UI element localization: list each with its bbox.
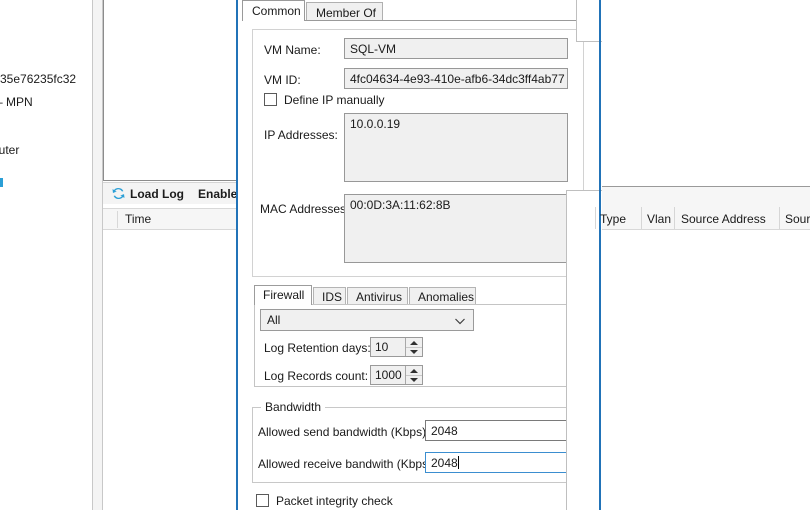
vm-id-input[interactable]: 4fc04634-4e93-410e-afb6-34dc3ff4ab77 — [344, 68, 568, 89]
send-bandwidth-label: Allowed send bandwidth (Kbps): — [258, 425, 430, 439]
vm-name-label: VM Name: — [264, 43, 321, 57]
log-records-label: Log Records count: — [264, 369, 369, 383]
left-fragment-text-3: outer — [0, 143, 20, 157]
object-list-panel[interactable] — [103, 0, 237, 181]
tab-antivirus[interactable]: Antivirus — [347, 287, 408, 305]
log-retention-value: 10 — [375, 340, 389, 354]
splitter-right[interactable] — [599, 0, 601, 510]
log-retention-spinner[interactable] — [405, 338, 422, 356]
column-separator[interactable] — [117, 211, 118, 228]
left-fragment-text-1: -35e76235fc32 — [0, 72, 77, 86]
vm-name-input[interactable]: SQL-VM — [344, 38, 568, 59]
spinner-up-icon[interactable] — [406, 338, 422, 347]
ip-addresses-label: IP Addresses: — [264, 128, 338, 142]
bandwidth-group-caption: Bandwidth — [261, 400, 326, 414]
packet-integrity-label: Packet integrity check — [276, 494, 393, 508]
packet-integrity-checkbox[interactable] — [256, 494, 269, 507]
log-records-value: 1000 — [375, 368, 402, 382]
column-header-vlan[interactable]: Vlan — [647, 212, 671, 226]
column-separator[interactable] — [779, 207, 780, 229]
log-grid-header-left: Time — [103, 208, 236, 230]
tab-anomalies[interactable]: Anomalies — [409, 287, 476, 305]
mac-addresses-label: MAC Addresses: — [260, 202, 350, 216]
tab-ids[interactable]: IDS — [313, 287, 346, 305]
load-log-button[interactable]: Load Log — [130, 187, 184, 201]
refresh-icon[interactable] — [111, 186, 126, 201]
tab-member-of[interactable]: Member Of — [306, 2, 383, 21]
log-retention-label: Log Retention days: — [264, 341, 371, 355]
logging-tabstrip: Firewall IDS Antivirus Anomalies — [254, 285, 580, 305]
tab-firewall[interactable]: Firewall — [254, 285, 312, 305]
column-header-source-address[interactable]: Source Address — [681, 212, 766, 226]
ip-addresses-input[interactable]: 10.0.0.19 — [344, 113, 568, 182]
receive-bandwidth-value: 2048 — [431, 456, 458, 470]
app-window: -35e76235fc32 – MPN outer Load Log Enabl… — [0, 0, 810, 510]
receive-bandwidth-input[interactable]: 2048 — [425, 452, 572, 473]
panel-gutter — [93, 0, 102, 510]
column-header-time[interactable]: Time — [125, 212, 151, 226]
receive-bandwidth-label: Allowed receive bandwith (Kbps): — [258, 457, 436, 471]
log-toolbar: Load Log Enable — [103, 182, 236, 204]
column-separator[interactable] — [641, 207, 642, 229]
column-header-source-port[interactable]: Source — [785, 212, 810, 226]
main-tabstrip: Common Member Of — [242, 0, 596, 21]
vm-id-label: VM ID: — [264, 73, 301, 87]
log-grid-header-underline — [602, 229, 810, 230]
log-retention-stepper[interactable]: 10 — [370, 337, 423, 357]
log-filter-select[interactable]: All — [260, 309, 474, 331]
tab-page-common: VM Name: SQL-VM VM ID: 4fc04634-4e93-410… — [242, 21, 596, 510]
column-separator[interactable] — [674, 207, 675, 229]
column-separator[interactable] — [595, 207, 596, 229]
enable-logging-button[interactable]: Enable — [198, 187, 236, 201]
left-fragment-text-2: – MPN — [0, 95, 33, 109]
column-header-type[interactable]: Type — [600, 212, 626, 226]
define-ip-label: Define IP manually — [284, 93, 385, 107]
text-caret — [457, 456, 459, 469]
log-grid-right-pane — [602, 0, 810, 510]
log-records-spinner[interactable] — [405, 366, 422, 384]
log-filter-value: All — [267, 313, 281, 327]
spinner-up-icon[interactable] — [406, 366, 422, 375]
left-truncated-panel: -35e76235fc32 – MPN outer — [0, 0, 92, 510]
mac-addresses-input[interactable]: 00:0D:3A:11:62:8B — [344, 194, 568, 263]
tab-common[interactable]: Common — [242, 0, 305, 21]
log-records-stepper[interactable]: 1000 — [370, 365, 423, 385]
chevron-down-icon — [455, 318, 465, 325]
spinner-down-icon[interactable] — [406, 375, 422, 384]
define-ip-checkbox[interactable] — [264, 93, 277, 106]
spinner-down-icon[interactable] — [406, 347, 422, 356]
log-grid-body-left[interactable] — [103, 230, 236, 510]
left-fragment-marker — [0, 178, 3, 187]
send-bandwidth-input[interactable]: 2048 — [425, 420, 569, 441]
vm-properties-pane: Common Member Of VM Name: SQL-VM VM ID: … — [238, 0, 600, 510]
